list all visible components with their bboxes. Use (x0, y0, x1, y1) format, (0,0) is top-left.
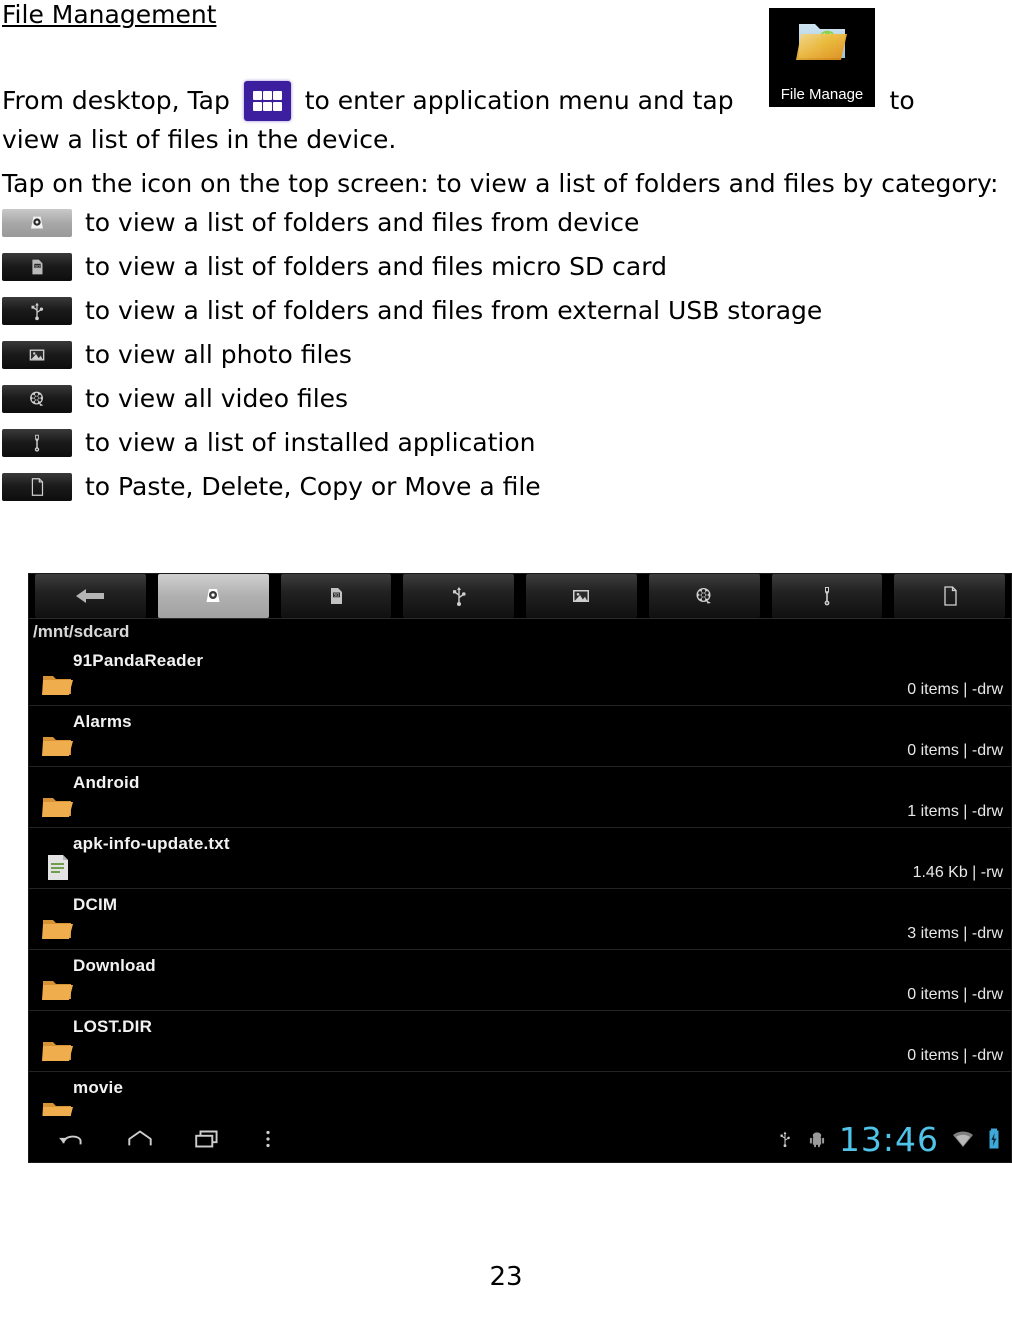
instruction-line-3: Tap on the icon on the top screen: to vi… (2, 169, 999, 198)
file-manager-toolbar: SD (29, 574, 1011, 619)
table-row[interactable]: apk-info-update.txt 1.46 Kb | -rw (29, 828, 1011, 889)
file-name: Download (73, 956, 156, 975)
android-screenshot: SD /mnt/sdcard 91PandaReader 0 items | -… (28, 573, 1012, 1163)
legend-row-file-ops: to Paste, Delete, Copy or Move a file (0, 472, 1012, 504)
usb-icon (2, 297, 72, 325)
folder-icon (41, 791, 75, 821)
table-row[interactable]: Android 1 items | -drw (29, 767, 1011, 828)
folder-android-icon (795, 16, 851, 64)
toolbar-file-ops-button[interactable] (894, 574, 1005, 618)
back-icon[interactable] (57, 1126, 87, 1152)
text-file-icon (41, 852, 75, 882)
legend-label: to view all photo files (85, 340, 352, 369)
toolbar-apps-button[interactable] (771, 574, 883, 618)
instruction-text-prefix: From desktop, Tap (2, 86, 230, 115)
status-clock: 13:46 (838, 1119, 939, 1159)
folder-icon (41, 974, 75, 1004)
usb-icon (775, 1128, 795, 1150)
folder-icon (41, 913, 75, 943)
menu-icon[interactable] (261, 1126, 275, 1152)
legend-row-photos: to view all photo files (0, 340, 1012, 372)
file-name: apk-info-update.txt (73, 834, 230, 853)
table-row[interactable]: Alarms 0 items | -drw (29, 706, 1011, 767)
file-name: DCIM (73, 895, 118, 914)
instruction-line-1: From desktop, Tap to enter application m… (2, 81, 915, 121)
svg-text:SD: SD (334, 593, 340, 598)
file-meta: 1.46 Kb | -rw (912, 864, 1003, 881)
toolbar-device-button[interactable] (157, 574, 269, 618)
android-debug-icon (807, 1128, 827, 1150)
wifi-icon (951, 1129, 975, 1149)
legend-label: to view a list of folders and files from… (85, 296, 823, 325)
page-number: 23 (489, 1262, 523, 1292)
system-navigation-bar: 13:46 (29, 1116, 1011, 1162)
file-name: movie (73, 1078, 124, 1097)
file-meta: 0 items | -drw (907, 742, 1003, 759)
app-drawer-icon (243, 81, 291, 121)
file-name: Android (73, 773, 140, 792)
instruction-text-middle: to enter application menu and tap (304, 86, 734, 115)
toolbar-photos-button[interactable] (526, 574, 637, 618)
legend-row-sdcard: SD to view a list of folders and files m… (0, 252, 1012, 284)
folder-icon (41, 1035, 75, 1065)
table-row[interactable]: LOST.DIR 0 items | -drw (29, 1011, 1011, 1072)
nav-buttons (29, 1126, 275, 1152)
svg-text:SD: SD (35, 264, 40, 268)
battery-charging-icon (987, 1127, 1001, 1151)
toolbar-back-button[interactable] (35, 574, 146, 618)
legend-label: to view a list of folders and files micr… (85, 252, 667, 281)
legend-row-videos: to view all video files (0, 384, 1012, 416)
legend-label: to view all video files (85, 384, 349, 413)
legend-label: to view a list of installed application (85, 428, 536, 457)
table-row[interactable]: 91PandaReader 0 items | -drw (29, 645, 1011, 706)
table-row[interactable]: Download 0 items | -drw (29, 950, 1011, 1011)
toolbar-usb-button[interactable] (403, 574, 514, 618)
file-name: 91PandaReader (73, 651, 204, 670)
page-title: File Management (2, 0, 217, 29)
folder-icon (41, 669, 75, 699)
file-meta: 0 items | -drw (907, 681, 1003, 698)
photo-icon (2, 341, 72, 369)
legend-row-apps: to view a list of installed application (0, 428, 1012, 460)
instruction-text-suffix: to (889, 86, 915, 115)
device-storage-icon (2, 209, 72, 237)
file-name: Alarms (73, 712, 132, 731)
toolbar-sdcard-button[interactable]: SD (280, 574, 392, 618)
wrench-icon (2, 429, 72, 457)
status-icons: 13:46 (775, 1123, 1001, 1156)
legend-label: to view a list of folders and files from… (85, 208, 640, 237)
instruction-line-2: view a list of files in the device. (2, 125, 397, 154)
folder-icon (41, 730, 75, 760)
document-icon (2, 473, 72, 501)
current-path: /mnt/sdcard (29, 619, 1011, 645)
recents-icon[interactable] (193, 1126, 223, 1152)
home-icon[interactable] (125, 1126, 155, 1152)
file-meta: 1 items | -drw (907, 803, 1003, 820)
toolbar-videos-button[interactable] (648, 574, 760, 618)
file-meta: 3 items | -drw (907, 925, 1003, 942)
video-reel-icon (2, 385, 72, 413)
table-row[interactable]: DCIM 3 items | -drw (29, 889, 1011, 950)
legend-row-device: to view a list of folders and files from… (0, 208, 1012, 240)
file-meta: 0 items | -drw (907, 1047, 1003, 1064)
sd-card-icon: SD (2, 253, 72, 281)
file-list[interactable]: 91PandaReader 0 items | -drw Alarms 0 it… (29, 645, 1011, 1133)
legend-label: to Paste, Delete, Copy or Move a file (85, 472, 541, 501)
legend-row-usb: to view a list of folders and files from… (0, 296, 1012, 328)
file-meta: 0 items | -drw (907, 986, 1003, 1003)
file-name: LOST.DIR (73, 1017, 153, 1036)
